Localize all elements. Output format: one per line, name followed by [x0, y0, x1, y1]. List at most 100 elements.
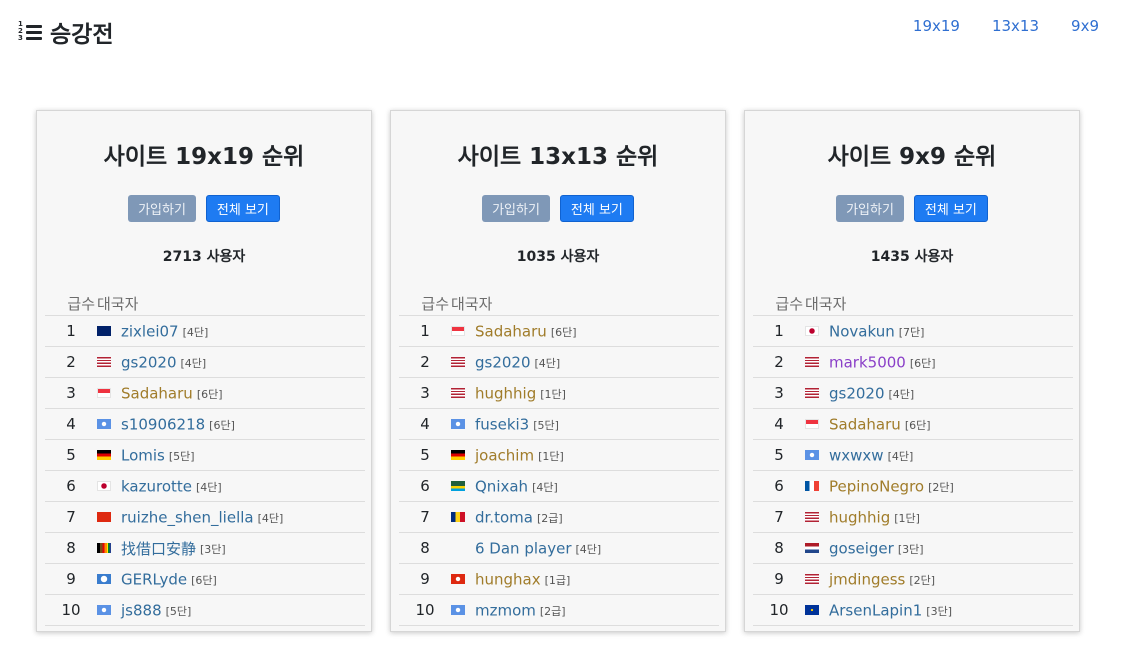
table-row: 4 fuseki3 [5단]	[399, 408, 719, 440]
country-flag-icon	[97, 543, 111, 553]
player-name-link[interactable]: js888	[121, 601, 162, 619]
player-name-link[interactable]: joachim	[475, 446, 534, 464]
rank-grade: [1단]	[540, 387, 566, 401]
rank-grade: [2급]	[536, 511, 563, 525]
country-flag-icon	[805, 512, 819, 523]
rank-grade: [4단]	[196, 480, 222, 494]
player-name-link[interactable]: GERLyde	[121, 570, 187, 588]
player-column-header: 대국자	[451, 292, 719, 316]
country-flag-icon	[97, 574, 111, 585]
rank-grade: [6단]	[904, 418, 931, 432]
rank-grade: [4단]	[257, 511, 284, 525]
rank-cell: 9	[753, 563, 805, 595]
player-name-link[interactable]: dr.toma	[475, 508, 533, 526]
rank-cell: 5	[399, 439, 451, 471]
player-name-link[interactable]: Sadaharu	[475, 322, 547, 340]
country-flag-icon	[805, 326, 819, 337]
player-cell: dr.toma [2급]	[451, 501, 719, 533]
view-all-button[interactable]: 전체 보기	[913, 195, 988, 222]
rank-cell: 8	[753, 532, 805, 564]
table-row: 8 找借口安静 [3단]	[45, 532, 365, 564]
country-flag-icon	[451, 450, 465, 461]
view-all-button[interactable]: 전체 보기	[559, 195, 634, 222]
player-name-link[interactable]: 找借口安静	[121, 540, 196, 558]
player-name-link[interactable]: PepinoNegro	[829, 477, 924, 495]
country-flag-icon	[805, 357, 819, 368]
player-cell: Lomis [5단]	[97, 439, 365, 471]
rank-column-header: 급수	[45, 292, 97, 316]
ranking-table: 급수 대국자 1 Novakun [7단] 2 mark5000 [6단] 3 gs2020[…	[753, 292, 1073, 626]
country-flag-icon	[451, 543, 465, 553]
table-row: 2 gs2020 [4단]	[399, 346, 719, 378]
player-name-link[interactable]: Sadaharu	[829, 415, 901, 433]
player-name-link[interactable]: gs2020	[121, 353, 177, 371]
player-name-link[interactable]: hughhig	[475, 384, 536, 402]
ranking-table: 급수 대국자 1 Sadaharu [6단] 2 gs2020 [4단] 3 hughhig[…	[399, 292, 719, 626]
player-name-link[interactable]: Novakun	[829, 322, 895, 340]
join-button[interactable]: 가입하기	[836, 195, 904, 222]
player-cell: hunghax [1급]	[451, 563, 719, 595]
player-cell: hughhig [1단]	[805, 501, 1073, 533]
player-name-link[interactable]: hughhig	[829, 508, 890, 526]
player-cell: PepinoNegro [2단]	[805, 470, 1073, 502]
player-name-link[interactable]: zixlei07	[121, 322, 179, 340]
rank-grade: [4단]	[887, 449, 914, 463]
nav-link-13x13[interactable]: 13x13	[992, 16, 1039, 36]
rank-grade: [6단]	[909, 356, 936, 370]
player-name-link[interactable]: ArsenLapin1	[829, 601, 922, 619]
player-name-link[interactable]: mark5000	[829, 353, 906, 371]
player-name-link[interactable]: Sadaharu	[121, 384, 193, 402]
rank-cell: 4	[753, 408, 805, 440]
player-name-link[interactable]: gs2020	[475, 353, 531, 371]
rank-cell: 10	[753, 594, 805, 626]
rank-grade: [4단]	[534, 356, 561, 370]
ladder-panel-9x9: 사이트 9x9 순위 가입하기 전체 보기 1435 사용자 급수 대국자 1N…	[744, 110, 1080, 632]
country-flag-icon	[451, 388, 465, 399]
rank-column-header: 급수	[753, 292, 805, 316]
player-name-link[interactable]: hunghax	[475, 570, 541, 588]
rank-cell: 6	[753, 470, 805, 502]
player-cell: joachim [1단]	[451, 439, 719, 471]
player-name-link[interactable]: fuseki3	[475, 415, 529, 433]
player-name-link[interactable]: ruizhe_shen_liella	[121, 508, 254, 526]
player-name-link[interactable]: mzmom	[475, 601, 536, 619]
country-flag-icon	[451, 574, 465, 585]
player-name-link[interactable]: goseiger	[829, 539, 894, 557]
player-name-link[interactable]: jmdingess	[829, 570, 905, 588]
rank-cell: 9	[399, 563, 451, 595]
table-row: 9 hunghax [1급]	[399, 563, 719, 595]
player-name-link[interactable]: kazurotte	[121, 477, 192, 495]
rank-cell: 3	[45, 377, 97, 409]
join-button[interactable]: 가입하기	[482, 195, 550, 222]
player-cell: ArsenLapin1 [3단]	[805, 594, 1073, 626]
player-name-link[interactable]: wxwxw	[829, 446, 884, 464]
rank-cell: 3	[753, 377, 805, 409]
rank-grade: [4단]	[532, 480, 558, 494]
player-name-link[interactable]: Lomis	[121, 446, 165, 464]
player-name-link[interactable]: s10906218	[121, 415, 205, 433]
join-button[interactable]: 가입하기	[128, 195, 196, 222]
view-all-button[interactable]: 전체 보기	[205, 195, 280, 222]
rank-grade: [4단]	[575, 542, 602, 556]
table-row: 1 Novakun [7단]	[753, 315, 1073, 347]
table-row: 10 js888 [5단]	[45, 594, 365, 626]
table-row: 3 hughhig [1단]	[399, 377, 719, 409]
nav-link-19x19[interactable]: 19x19	[913, 16, 960, 36]
country-flag-icon	[805, 450, 819, 461]
table-row: 5 Lomis [5단]	[45, 439, 365, 471]
table-row: 5 joachim [1단]	[399, 439, 719, 471]
player-name-link[interactable]: gs2020	[829, 384, 885, 402]
rank-grade: [1단]	[894, 511, 920, 525]
rank-cell: 6	[45, 470, 97, 502]
country-flag-icon	[805, 574, 819, 585]
rank-cell: 2	[45, 346, 97, 378]
rank-cell: 1	[45, 315, 97, 347]
country-flag-icon	[97, 481, 111, 492]
table-row: 3 gs2020 [4단]	[753, 377, 1073, 409]
nav-link-9x9[interactable]: 9x9	[1071, 16, 1099, 36]
ladder-panel-13x13: 사이트 13x13 순위 가입하기 전체 보기 1035 사용자 급수 대국자 …	[390, 110, 726, 632]
player-cell: gs2020 [4단]	[805, 377, 1073, 409]
player-name-link[interactable]: Qnixah	[475, 477, 528, 495]
player-name-link[interactable]: 6 Dan player	[475, 539, 571, 557]
table-row: 2 mark5000 [6단]	[753, 346, 1073, 378]
